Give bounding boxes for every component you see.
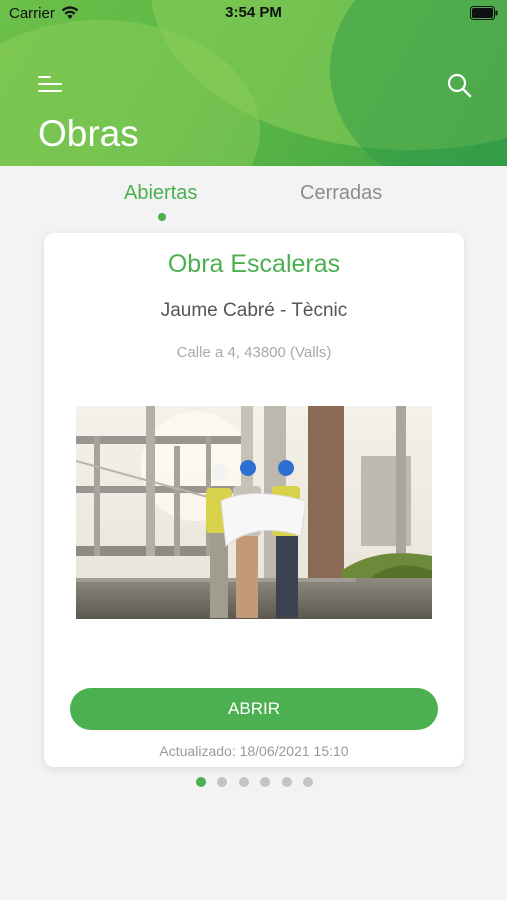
battery-icon <box>470 6 498 20</box>
active-tab-indicator <box>158 213 166 221</box>
menu-icon[interactable] <box>36 73 64 95</box>
obra-address: Calle a 4, 43800 (Valls) <box>176 344 332 361</box>
tab-cerradas[interactable]: Cerradas <box>300 182 382 205</box>
status-bar: Carrier 3:54 PM <box>0 0 507 28</box>
pager-dot[interactable] <box>303 777 313 787</box>
pager-dot[interactable] <box>239 777 249 787</box>
pager-dot[interactable] <box>260 777 270 787</box>
obra-card[interactable]: Obra Escaleras Jaume Cabré - Tècnic Call… <box>44 233 464 767</box>
tab-bar: Abiertas Cerradas <box>0 178 507 226</box>
pager-dot[interactable] <box>217 777 227 787</box>
obra-responsible: Jaume Cabré - Tècnic <box>160 300 348 321</box>
page-title: Obras <box>38 113 139 154</box>
header: Carrier 3:54 PM Obras <box>0 0 507 166</box>
pager-dot[interactable] <box>282 777 292 787</box>
clock: 3:54 PM <box>225 4 282 21</box>
last-updated: Actualizado: 18/06/2021 15:10 <box>159 743 349 759</box>
obra-title: Obra Escaleras <box>167 250 341 278</box>
pager-dot-active[interactable] <box>196 777 206 787</box>
open-button[interactable]: ABRIR <box>70 688 438 730</box>
construction-site-photo <box>76 406 432 619</box>
tab-abiertas[interactable]: Abiertas <box>124 182 197 205</box>
page-indicator <box>0 777 507 787</box>
search-icon[interactable] <box>446 72 472 98</box>
